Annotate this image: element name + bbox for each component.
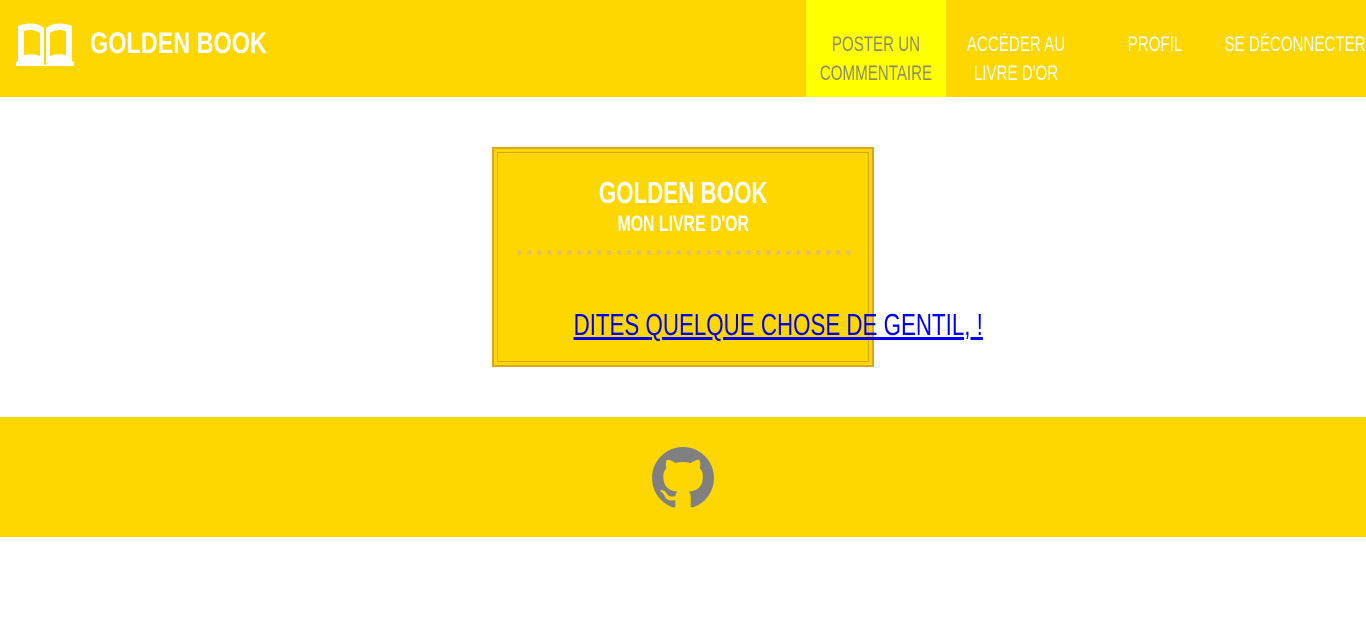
open-book-icon	[16, 22, 74, 66]
welcome-card: GOLDEN BOOK MON LIVRE D'OR DITES QUELQUE…	[492, 147, 983, 367]
nav-guestbook-label: ACCÉDER AU LIVRE D'OR	[966, 33, 1066, 85]
brand-title: GOLDEN BOOK	[90, 27, 267, 60]
site-header: GOLDEN BOOK POSTER UN COMMENTAIRE ACCÉDE…	[0, 0, 1366, 97]
nav-logout[interactable]: SE DÉCONNECTER	[1224, 0, 1366, 97]
card-link-wrapper: DITES QUELQUE CHOSE DE GENTIL, !	[494, 307, 983, 343]
site-footer	[0, 417, 1366, 537]
post-comment-link[interactable]: DITES QUELQUE CHOSE DE GENTIL, !	[574, 307, 983, 343]
card-title: GOLDEN BOOK	[494, 175, 872, 211]
github-link[interactable]	[652, 447, 714, 509]
nav-guestbook[interactable]: ACCÉDER AU LIVRE D'OR	[946, 0, 1086, 97]
brand-link[interactable]: GOLDEN BOOK	[16, 20, 317, 68]
card-subtitle: MON LIVRE D'OR	[494, 211, 872, 237]
nav-post-comment[interactable]: POSTER UN COMMENTAIRE	[806, 0, 946, 97]
nav-post-comment-label: POSTER UN COMMENTAIRE	[819, 33, 933, 85]
nav-profile[interactable]: PROFIL	[1086, 0, 1224, 97]
dotted-divider	[517, 250, 851, 255]
nav-profile-label: PROFIL	[1127, 33, 1183, 56]
nav-logout-label: SE DÉCONNECTER	[1224, 33, 1366, 56]
github-icon	[652, 447, 714, 509]
card-subtitle-text: MON LIVRE D'OR	[617, 211, 749, 236]
card-title-text: GOLDEN BOOK	[598, 175, 768, 210]
